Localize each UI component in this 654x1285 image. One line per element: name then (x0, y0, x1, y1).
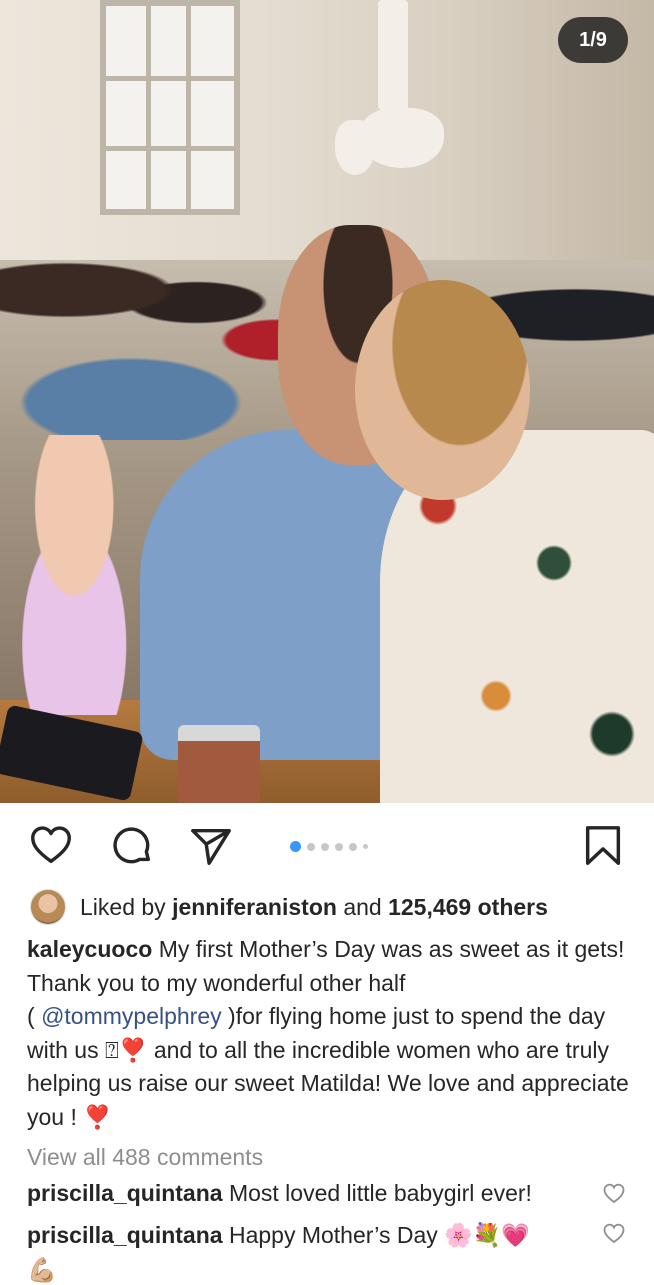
comment-like-heart-icon[interactable] (602, 1182, 626, 1206)
comment-text: Happy Mother’s Day (228, 1222, 438, 1248)
carousel-dot (349, 842, 357, 851)
heart-emoji-icon: ❣️ (83, 1103, 112, 1130)
heart-emoji-icon: ❣️ (118, 1036, 148, 1063)
caption-mention[interactable]: @tommypelphrey (41, 1003, 222, 1029)
comment-like-heart-icon[interactable] (602, 1222, 626, 1246)
photo-baby (0, 435, 165, 715)
carousel-counter: 1/9 (558, 17, 628, 63)
carousel-dot (321, 842, 329, 851)
flower-emoji-icon: 🌸💐💗 (444, 1222, 531, 1248)
comment-username[interactable]: priscilla_quintana (27, 1222, 223, 1248)
caption-username[interactable]: kaleycuoco (27, 936, 152, 962)
carousel-dot (335, 842, 343, 851)
view-all-comments-link[interactable]: View all 488 comments (27, 1144, 263, 1171)
comment-row: priscilla_quintana Most loved little bab… (27, 1180, 597, 1207)
carousel-dot (363, 844, 368, 849)
carousel-dot (307, 842, 315, 851)
save-bookmark-icon[interactable] (581, 823, 625, 869)
post-actions (0, 803, 654, 885)
carousel-indicator (290, 841, 368, 852)
missing-glyph-icon: ⍰ (104, 1036, 119, 1063)
share-icon[interactable] (188, 823, 234, 869)
carousel-dot (290, 841, 301, 852)
post-caption: kaleycuoco My first Mother’s Day was as … (27, 936, 629, 1130)
comment-text: Most loved little babygirl ever! (228, 1180, 532, 1206)
likes-summary[interactable]: Liked by jenniferaniston and 125,469 oth… (30, 888, 548, 926)
flexed-biceps-emoji-icon: 💪🏼 (27, 1257, 57, 1284)
like-heart-icon[interactable] (28, 823, 74, 869)
photo-window (100, 0, 240, 215)
post-photo[interactable]: 1/9 (0, 0, 654, 803)
comment-username[interactable]: priscilla_quintana (27, 1180, 223, 1206)
liker-username[interactable]: jenniferaniston (172, 894, 337, 921)
comment-row: priscilla_quintana Happy Mother’s Day 🌸💐… (27, 1222, 597, 1249)
likes-count[interactable]: 125,469 others (388, 894, 548, 921)
comment-icon[interactable] (109, 823, 155, 869)
liker-avatar[interactable] (30, 889, 66, 925)
